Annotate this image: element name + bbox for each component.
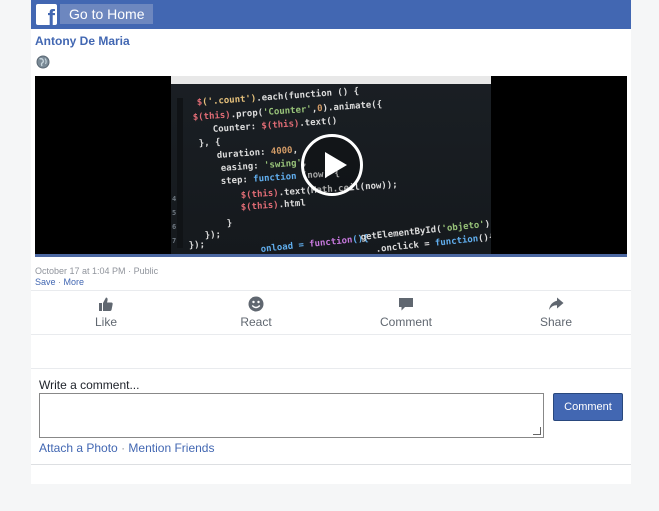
- comment-action-label: Comment: [379, 315, 432, 329]
- post-actions: Like React Comment Share: [31, 290, 631, 335]
- post-card: Antony De Maria 4567 $('.count').each(fu…: [31, 29, 631, 484]
- top-bar: f Go to Home: [31, 0, 631, 29]
- speech-bubble-icon: [399, 298, 413, 311]
- attach-photo-link[interactable]: Attach a Photo: [39, 441, 118, 455]
- post-links: Save · More: [35, 277, 85, 287]
- react-button[interactable]: React: [181, 295, 331, 329]
- mention-friends-link[interactable]: Mention Friends: [128, 441, 214, 455]
- react-label: React: [240, 315, 272, 329]
- comment-submit-button[interactable]: Comment: [553, 393, 623, 421]
- svg-text:4: 4: [172, 195, 176, 203]
- globe-icon: [36, 55, 50, 69]
- svg-text:});: });: [189, 240, 206, 251]
- svg-text:5: 5: [172, 209, 176, 217]
- comment-action-button[interactable]: Comment: [331, 295, 481, 329]
- facebook-logo-icon[interactable]: f: [36, 4, 57, 25]
- reactions-area: [31, 335, 631, 369]
- comment-textarea[interactable]: [39, 393, 544, 438]
- save-link[interactable]: Save: [35, 277, 56, 287]
- like-button[interactable]: Like: [31, 295, 181, 329]
- svg-text:});: });: [205, 230, 222, 241]
- comment-prompt: Write a comment...: [39, 378, 140, 392]
- more-link[interactable]: More: [64, 277, 85, 287]
- svg-text:}: }: [227, 219, 233, 229]
- thumbs-up-icon: [99, 297, 113, 311]
- post-author[interactable]: Antony De Maria: [35, 34, 130, 48]
- svg-text:6: 6: [172, 223, 176, 231]
- post-meta: October 17 at 1:04 PM · Public: [35, 266, 159, 276]
- smiley-icon: [248, 296, 264, 312]
- go-to-home-button[interactable]: Go to Home: [60, 4, 153, 24]
- like-label: Like: [94, 315, 117, 329]
- post-privacy: Public: [133, 266, 159, 276]
- video-progress-bar: [35, 254, 627, 257]
- share-label: Share: [539, 315, 573, 329]
- comment-links: Attach a Photo · Mention Friends: [39, 441, 215, 455]
- video-player[interactable]: 4567 $('.count').each(function () { $(th…: [35, 76, 627, 257]
- svg-text:7: 7: [172, 237, 176, 245]
- play-icon[interactable]: [301, 134, 363, 196]
- share-button[interactable]: Share: [481, 295, 631, 329]
- divider: [31, 464, 631, 465]
- svg-text:onload = function(){: onload = function(){: [260, 233, 369, 254]
- share-arrow-icon: [549, 297, 564, 310]
- post-timestamp[interactable]: October 17 at 1:04 PM: [35, 266, 126, 276]
- svg-text:}, {: }, {: [199, 138, 221, 149]
